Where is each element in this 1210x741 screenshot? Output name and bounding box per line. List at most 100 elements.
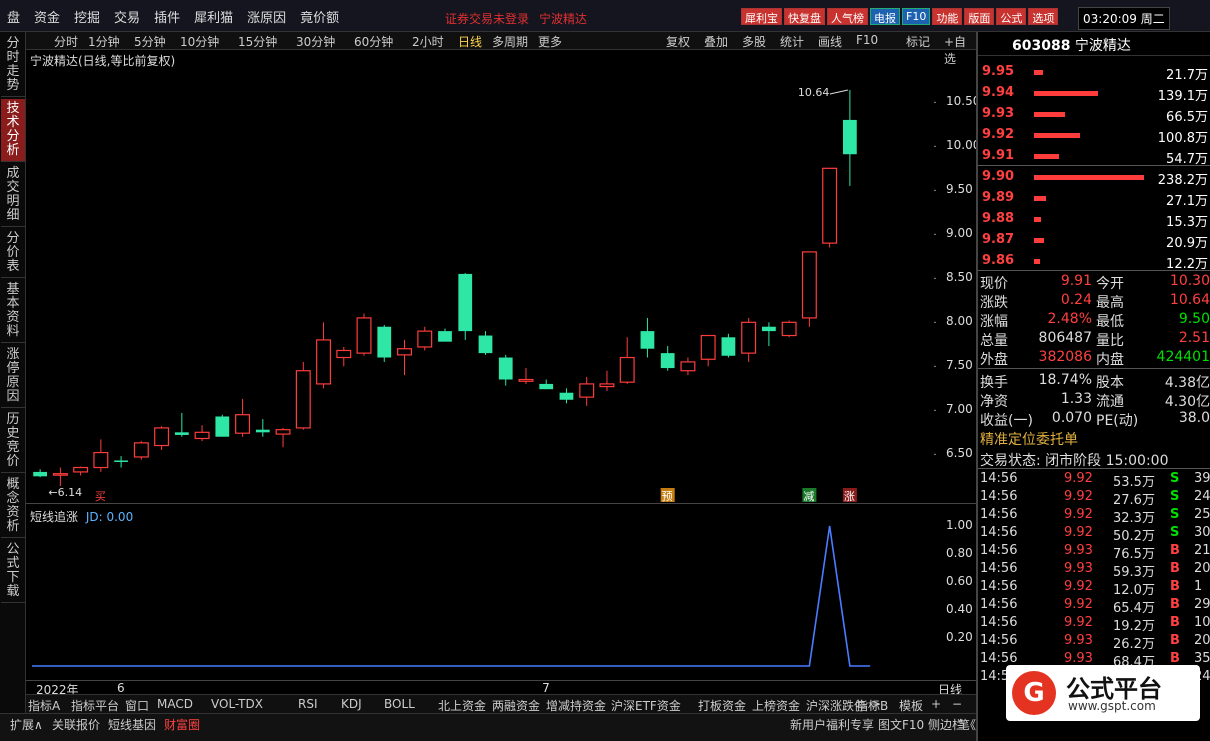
left-tab-4[interactable]: 基本资料 [1,280,25,343]
candle-12 [275,427,291,448]
tick-count-4: 21 [1194,543,1210,558]
menu-item-0[interactable]: 盘 [0,7,27,26]
toolbar-button-0[interactable]: 犀利宝 [741,8,782,25]
indicator-tab-7[interactable]: BOLL [384,697,415,711]
candle-37 [781,320,797,338]
indicator-tab-10[interactable]: 增减持资金 [546,697,606,714]
left-tab-8[interactable]: 公式下载 [1,540,25,603]
menu-item-2[interactable]: 挖掘 [67,7,107,26]
left-tab-7[interactable]: 概念资析 [1,475,25,538]
logo-mark: G [1012,671,1056,715]
quote-value-2b: 9.50 [1178,311,1210,327]
candle-32 [680,357,696,376]
notice-text-0: 证券交易未登录 [445,12,530,26]
ask-row-0[interactable]: 9.95 21.7万 [978,64,1210,83]
indicator-tab-8[interactable]: 北上资金 [438,697,486,714]
period-tab-8[interactable]: 日线 [458,33,482,50]
indicator-tab-0[interactable]: 指标A [28,697,60,714]
precise-order-link[interactable]: 精准定位委托单 [980,429,1078,449]
toolbar-button-1[interactable]: 快复盘 [784,8,825,25]
period-tab-0[interactable]: 分时 [54,33,78,50]
indicator-tab-2[interactable]: 窗口 [125,697,149,714]
menu-item-4[interactable]: 插件 [147,7,187,26]
status-item-2[interactable]: 短线基因 [108,716,156,733]
tick-volume-8: 19.2万 [1113,619,1155,634]
status-item-7[interactable]: 笔 [958,716,970,733]
period-tab-9[interactable]: 多周期 [492,33,528,50]
menu-item-3[interactable]: 交易 [107,7,147,26]
chart-tool-4[interactable]: 画线 [818,33,842,50]
left-tab-3[interactable]: 分价表 [1,229,25,278]
bid-row-1[interactable]: 9.89 27.1万 [978,190,1210,209]
chart-tool-3[interactable]: 统计 [780,33,804,50]
candlestick-chart[interactable]: 10.64 ←6.14 买 预 减 涨 [26,68,936,502]
toolbar-button-8[interactable]: 选项 [1028,8,1059,25]
ask-row-1[interactable]: 9.94 139.1万 [978,85,1210,104]
left-tab-2[interactable]: 成交明细 [1,164,25,227]
ask-volume-2: 66.5万 [1166,110,1208,125]
left-tab-0[interactable]: 分时走势 [1,34,25,97]
indicator-tab-1[interactable]: 指标平台 [71,697,119,714]
bid-row-4[interactable]: 9.86 12.2万 [978,253,1210,272]
period-tab-10[interactable]: 更多 [538,33,562,50]
indicator-tab-18[interactable]: + [931,697,941,711]
notice-text-1: 宁波精达 [539,12,588,26]
bid-row-0[interactable]: 9.90 238.2万 [978,169,1210,188]
period-tab-4[interactable]: 15分钟 [238,33,277,50]
candle-body-33 [700,334,716,360]
status-item-4[interactable]: 新用户福利专享 [790,716,874,733]
status-item-5[interactable]: 图文F10 [878,716,924,733]
indicator-tab-13[interactable]: 上榜资金 [752,697,800,714]
indicator-chart[interactable] [26,520,936,680]
bid-row-3[interactable]: 9.87 20.9万 [978,232,1210,251]
chart-tool-2[interactable]: 多股 [742,33,766,50]
chart-tool-5[interactable]: F10 [856,33,878,47]
indicator-tab-3[interactable]: MACD [157,697,193,711]
toolbar-button-4[interactable]: F10 [902,8,931,25]
left-tab-6[interactable]: 历史竞价 [1,410,25,473]
period-tab-1[interactable]: 1分钟 [88,33,120,50]
tick-volume-2: 32.3万 [1113,511,1155,526]
toolbar-button-2[interactable]: 人气榜 [827,8,868,25]
ask-row-2[interactable]: 9.93 66.5万 [978,106,1210,125]
indicator-tab-5[interactable]: RSI [298,697,318,711]
menu-item-6[interactable]: 涨原因 [240,7,293,26]
tick-time-5: 14:56 [980,561,1018,576]
status-item-0[interactable]: 扩展∧ [10,716,43,733]
tick-side-5: B [1170,561,1180,576]
chart-tool-0[interactable]: 复权 [666,33,690,50]
menu-item-7[interactable]: 竟价额 [293,7,346,26]
left-tab-1[interactable]: 技术分析 [1,99,25,162]
ask-row-3[interactable]: 9.92 100.8万 [978,127,1210,146]
menu-item-1[interactable]: 资金 [27,7,67,26]
chart-tool-7[interactable]: +自选 [944,33,976,67]
tick-row-3: 14:56 9.92 50.2万 S 30 [978,525,1210,544]
toolbar-button-3[interactable]: 电报 [870,8,900,25]
menu-item-5[interactable]: 犀利猫 [187,7,240,26]
period-tab-7[interactable]: 2小时 [412,33,444,50]
toolbar-button-7[interactable]: 公式 [996,8,1027,25]
quote-label-5a: 换手 [980,375,1008,391]
chart-tool-6[interactable]: 标记 [906,33,930,50]
period-tab-5[interactable]: 30分钟 [296,33,335,50]
period-tab-2[interactable]: 5分钟 [134,33,166,50]
toolbar-button-6[interactable]: 版面 [964,8,995,25]
indicator-tab-4[interactable]: VOL-TDX [211,697,263,711]
status-item-1[interactable]: 关联报价 [52,716,100,733]
indicator-tab-16[interactable]: 指标B [856,697,888,714]
ask-row-4[interactable]: 9.91 54.7万 [978,148,1210,167]
indicator-tab-19[interactable]: − [952,697,962,711]
indicator-tab-9[interactable]: 两融资金 [492,697,540,714]
left-tab-5[interactable]: 涨停原因 [1,345,25,408]
status-item-3[interactable]: 财富圈 [164,716,200,733]
indicator-tab-17[interactable]: 模板 [899,697,923,714]
orderbook-divider [978,165,1210,166]
indicator-tab-11[interactable]: 沪深ETF资金 [611,697,681,714]
indicator-tab-12[interactable]: 打板资金 [698,697,746,714]
period-tab-3[interactable]: 10分钟 [180,33,219,50]
toolbar-button-5[interactable]: 功能 [932,8,963,25]
period-tab-6[interactable]: 60分钟 [354,33,393,50]
chart-tool-1[interactable]: 叠加 [704,33,728,50]
bid-row-2[interactable]: 9.88 15.3万 [978,211,1210,230]
indicator-tab-6[interactable]: KDJ [341,697,362,711]
